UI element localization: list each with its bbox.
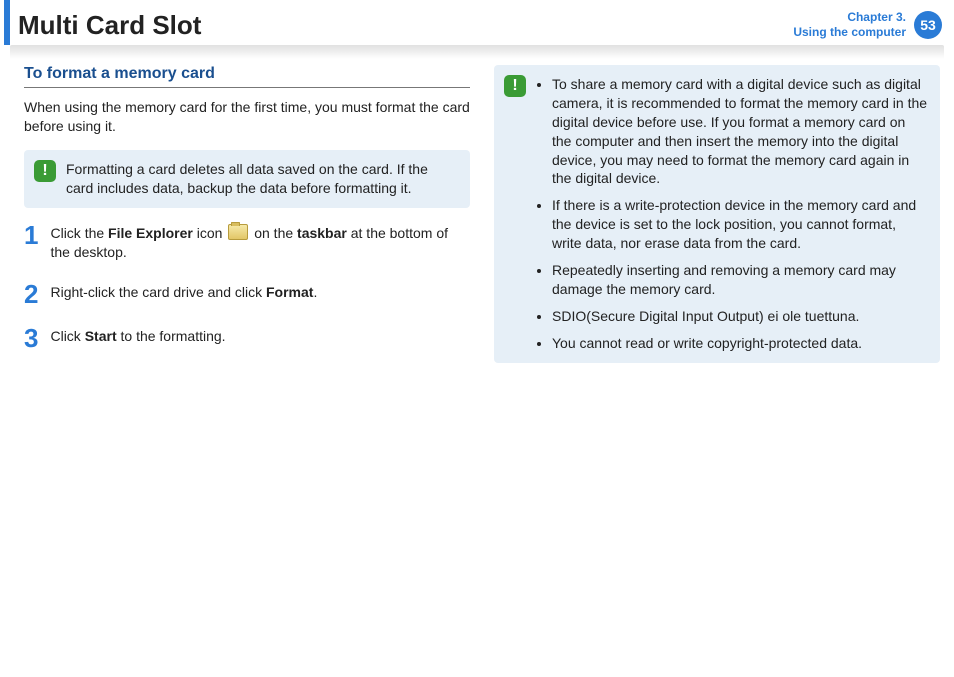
- step-2: 2 Right-click the card drive and click F…: [24, 281, 470, 307]
- step-body: Click Start to the formatting.: [50, 325, 225, 351]
- right-column: ! To share a memory card with a digital …: [494, 65, 940, 377]
- chapter-line-2: Using the computer: [793, 25, 906, 40]
- warning-note: ! Formatting a card deletes all data sav…: [24, 150, 470, 208]
- page-header: Multi Card Slot Chapter 3. Using the com…: [4, 0, 954, 45]
- step-number: 3: [24, 325, 38, 351]
- step-text: Click: [50, 328, 84, 344]
- page-number-badge: 53: [914, 11, 942, 39]
- chapter-line-1: Chapter 3.: [793, 10, 906, 25]
- list-item: You cannot read or write copyright-prote…: [552, 334, 928, 353]
- page-title: Multi Card Slot: [10, 10, 793, 41]
- step-body: Click the File Explorer icon on the task…: [50, 222, 470, 263]
- step-3: 3 Click Start to the formatting.: [24, 325, 470, 351]
- step-1: 1 Click the File Explorer icon on the ta…: [24, 222, 470, 263]
- step-bold: taskbar: [297, 225, 347, 241]
- left-column: To format a memory card When using the m…: [24, 65, 470, 377]
- header-shadow: [10, 45, 944, 59]
- info-content: To share a memory card with a digital de…: [536, 75, 928, 353]
- intro-text: When using the memory card for the first…: [24, 98, 470, 136]
- header-right: Chapter 3. Using the computer 53: [793, 10, 942, 40]
- step-text: .: [313, 284, 317, 300]
- step-text: Right-click the card drive and click: [50, 284, 266, 300]
- info-note: ! To share a memory card with a digital …: [494, 65, 940, 363]
- folder-icon: [228, 224, 248, 240]
- warning-text: Formatting a card deletes all data saved…: [66, 160, 458, 198]
- step-number: 2: [24, 281, 38, 307]
- step-bold: Start: [85, 328, 117, 344]
- step-number: 1: [24, 222, 38, 263]
- list-item: To share a memory card with a digital de…: [552, 75, 928, 188]
- content-columns: To format a memory card When using the m…: [0, 65, 954, 377]
- section-heading: To format a memory card: [24, 65, 470, 88]
- step-text: to the formatting.: [117, 328, 226, 344]
- exclamation-icon: !: [504, 75, 526, 97]
- step-text: Click the: [50, 225, 108, 241]
- list-item: SDIO(Secure Digital Input Output) ei ole…: [552, 307, 928, 326]
- chapter-label: Chapter 3. Using the computer: [793, 10, 906, 40]
- info-list: To share a memory card with a digital de…: [536, 75, 928, 353]
- step-bold: Format: [266, 284, 313, 300]
- step-text: on the: [250, 225, 297, 241]
- exclamation-icon: !: [34, 160, 56, 182]
- step-bold: File Explorer: [108, 225, 193, 241]
- step-text: icon: [193, 225, 226, 241]
- list-item: Repeatedly inserting and removing a memo…: [552, 261, 928, 299]
- list-item: If there is a write-protection device in…: [552, 196, 928, 253]
- step-body: Right-click the card drive and click For…: [50, 281, 317, 307]
